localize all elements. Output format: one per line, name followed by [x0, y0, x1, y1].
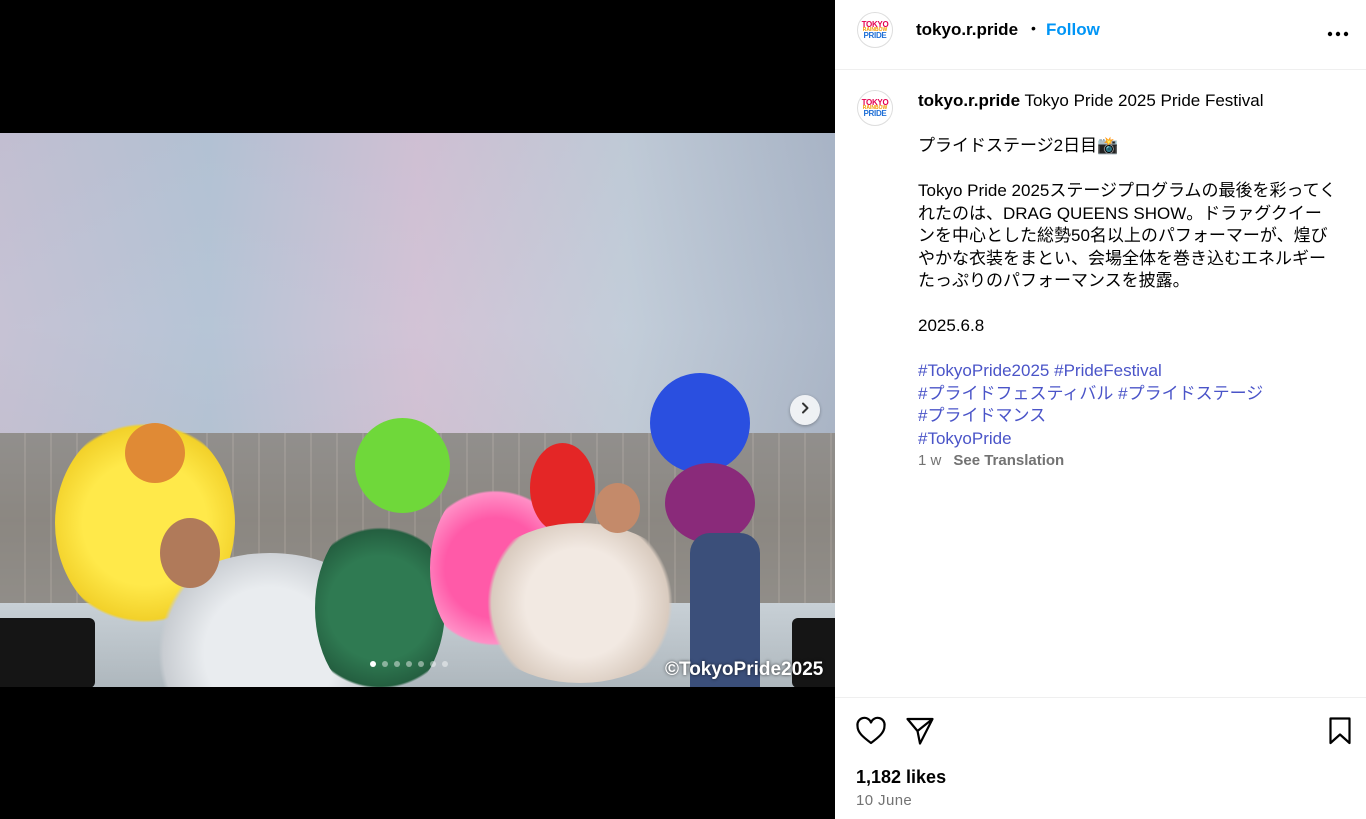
carousel-dot [394, 661, 400, 667]
hashtag-link[interactable]: #プライドマンス [918, 406, 1046, 425]
caption-username[interactable]: tokyo.r.pride [918, 91, 1020, 110]
caption-date: 2025.6.8 [918, 316, 985, 335]
avatar[interactable]: TOKYO RAINBOW PRIDE [857, 90, 893, 126]
performer-figure [125, 423, 185, 483]
performer-figure [650, 373, 750, 473]
heart-icon [855, 716, 887, 750]
post-date: 10 June [856, 792, 913, 809]
chevron-right-icon [799, 401, 811, 419]
post-caption: tokyo.r.pride Tokyo Pride 2025 Pride Fes… [918, 90, 1338, 473]
carousel-dot [382, 661, 388, 667]
post-photo[interactable] [0, 133, 835, 687]
action-bar [835, 697, 1366, 819]
like-button[interactable] [855, 716, 887, 751]
performer-figure [355, 418, 450, 513]
send-icon [905, 717, 935, 750]
performer-figure [665, 463, 755, 543]
avatar-text: PRIDE [863, 31, 887, 41]
hashtag-link[interactable]: #プライドフェスティバル [918, 384, 1113, 403]
avatar-text: PRIDE [863, 109, 887, 119]
hashtag-link[interactable]: #PrideFestival [1054, 361, 1162, 380]
more-options-button[interactable] [1325, 23, 1351, 43]
save-button[interactable] [1328, 716, 1352, 751]
performer-figure [160, 518, 220, 588]
caption-line: プライドステージ2日目📸 [918, 136, 1119, 155]
see-translation-button[interactable]: See Translation [953, 452, 1064, 469]
performer-figure [595, 483, 640, 533]
post-side-panel: TOKYO RAINBOW PRIDE tokyo.r.pride • Foll… [835, 0, 1366, 819]
follow-button[interactable]: Follow [1046, 20, 1100, 40]
hashtag-link[interactable]: #プライドステージ [1118, 384, 1263, 403]
hashtag-link[interactable]: #TokyoPride2025 [918, 361, 1049, 380]
avatar[interactable]: TOKYO RAINBOW PRIDE [857, 12, 893, 48]
caption-body: Tokyo Pride 2025ステージプログラムの最後を彩ってくれたのは、DR… [918, 181, 1337, 290]
likes-count[interactable]: 1,182 likes [856, 767, 946, 788]
stage-speaker [0, 618, 95, 687]
separator-dot: • [1031, 20, 1036, 36]
carousel-dot [418, 661, 424, 667]
share-button[interactable] [905, 716, 935, 751]
carousel-dot [406, 661, 412, 667]
performer-figure [530, 443, 595, 533]
carousel-dot [430, 661, 436, 667]
post-age: 1 w [918, 452, 942, 469]
more-horizontal-icon [1327, 24, 1349, 42]
media-viewer: ©TokyoPride2025 [0, 0, 835, 819]
carousel-dot [370, 661, 376, 667]
post-header: TOKYO RAINBOW PRIDE tokyo.r.pride • Foll… [835, 0, 1366, 70]
carousel-indicator [370, 661, 448, 667]
username-link[interactable]: tokyo.r.pride [916, 20, 1018, 40]
photo-watermark: ©TokyoPride2025 [665, 659, 824, 680]
hashtag-link[interactable]: #TokyoPride [918, 429, 1012, 448]
bookmark-icon [1328, 717, 1352, 750]
next-slide-button[interactable] [790, 395, 820, 425]
caption-title: Tokyo Pride 2025 Pride Festival [1024, 91, 1264, 110]
performer-figure [470, 523, 690, 683]
carousel-dot [442, 661, 448, 667]
